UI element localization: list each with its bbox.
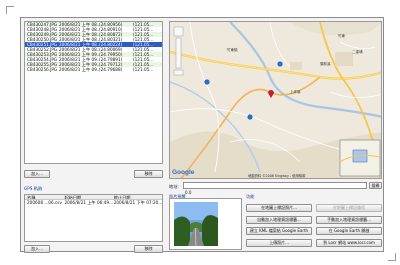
gps-track-section-title: GPS 軌跡 bbox=[24, 186, 43, 191]
photo-preview-panel bbox=[169, 198, 242, 250]
column-header-name[interactable]: 名稱 bbox=[25, 195, 64, 199]
screenshot-stage: CB430247.JPG 2006/8/21 上午 08... (24.80956)… bbox=[0, 0, 400, 265]
map-view[interactable]: 竹東鎮 頭前溪 上坪溪 竹東 二重埔 Google 地圖資料 ©2006 Kin… bbox=[169, 21, 382, 179]
track-end: 2006/8/21 下午 07:20... bbox=[113, 200, 162, 205]
remove-track-button[interactable]: 移除 bbox=[134, 245, 163, 253]
upload-photos-button[interactable]: 上傳照片... bbox=[246, 238, 312, 247]
column-header-start[interactable]: 起始日期 bbox=[64, 195, 113, 199]
table-row[interactable]: CB430256.JPG 2006/8/21 上午 09... (24.79688)… bbox=[25, 67, 162, 73]
map-label-area: 二重埔 bbox=[352, 50, 363, 54]
mark-photos-button[interactable]: 在地圖上標記照片... bbox=[246, 204, 312, 212]
latitude-cell: (24.79688) bbox=[99, 67, 123, 73]
track-start: 2006/8/21 上午 06:49... bbox=[64, 200, 114, 205]
file-date-cell: 2006/8/21 上午 09... bbox=[59, 67, 99, 73]
table-row[interactable]: 200608 ...06.csv 2006/8/21 上午 06:49... 2… bbox=[25, 200, 162, 205]
remove-photos-button[interactable]: 移除 bbox=[134, 170, 163, 178]
open-google-earth-button[interactable]: 在 Google Earth 開啟 bbox=[316, 227, 382, 235]
google-logo: Google bbox=[172, 169, 195, 176]
address-row: 地址: 搜尋 0.0 bbox=[169, 182, 382, 195]
file-list-button-row: 加入... 移除 bbox=[24, 170, 163, 178]
map-label-town: 竹東鎮 bbox=[227, 48, 238, 52]
gps-track-table[interactable]: 名稱 起始日期 終止日期 200608 ...06.csv 2006/8/21 … bbox=[24, 194, 163, 242]
column-header-end[interactable]: 終止日期 bbox=[114, 195, 162, 199]
add-photos-button[interactable]: 加入... bbox=[24, 170, 50, 178]
manual-geotag-button[interactable]: 手動加入地理資訊標籤... bbox=[316, 215, 382, 224]
map-label-river-2: 上坪溪 bbox=[290, 90, 301, 94]
track-name: 200608 ...06.csv bbox=[27, 200, 62, 205]
app-window: CB430247.JPG 2006/8/21 上午 08... (24.80956)… bbox=[20, 17, 384, 253]
address-label: 地址: bbox=[169, 184, 179, 189]
corner-mark-top-left bbox=[6, 6, 14, 14]
longitude-cell: (121.05... bbox=[133, 67, 154, 73]
file-name-cell: CB430256.JPG bbox=[27, 67, 58, 73]
auto-geotag-button[interactable]: 自動加入地理資訊標籤... bbox=[246, 215, 312, 224]
photo-file-list[interactable]: CB430247.JPG 2006/8/21 上午 08... (24.80956)… bbox=[24, 21, 163, 164]
photo-thumbnail bbox=[174, 202, 218, 246]
search-label: 搜尋 bbox=[371, 183, 380, 188]
address-input[interactable] bbox=[183, 182, 367, 189]
locr-website-button[interactable]: 到 Locr 網站 www.locr.com bbox=[316, 238, 382, 247]
search-button[interactable]: 搜尋 bbox=[369, 182, 382, 189]
create-kml-button[interactable]: 建立 KML 檔案給 Google Earth bbox=[246, 227, 312, 235]
map-copyright[interactable]: 地圖資料 ©2006 Kingway - 使用條款 bbox=[248, 173, 305, 178]
corner-mark-bottom-right bbox=[388, 253, 396, 261]
map-canvas bbox=[170, 22, 381, 178]
map-label-river-1: 頭前溪 bbox=[320, 62, 331, 66]
add-track-button[interactable]: 加入... bbox=[24, 245, 50, 253]
mark-track-button[interactable]: 在地圖上標記路徑 bbox=[316, 204, 382, 212]
action-buttons: 在地圖上標記照片... 在地圖上標記路徑 自動加入地理資訊標籤... 手動加入地理資訊… bbox=[246, 198, 382, 250]
map-label-district: 竹東 bbox=[338, 34, 345, 38]
